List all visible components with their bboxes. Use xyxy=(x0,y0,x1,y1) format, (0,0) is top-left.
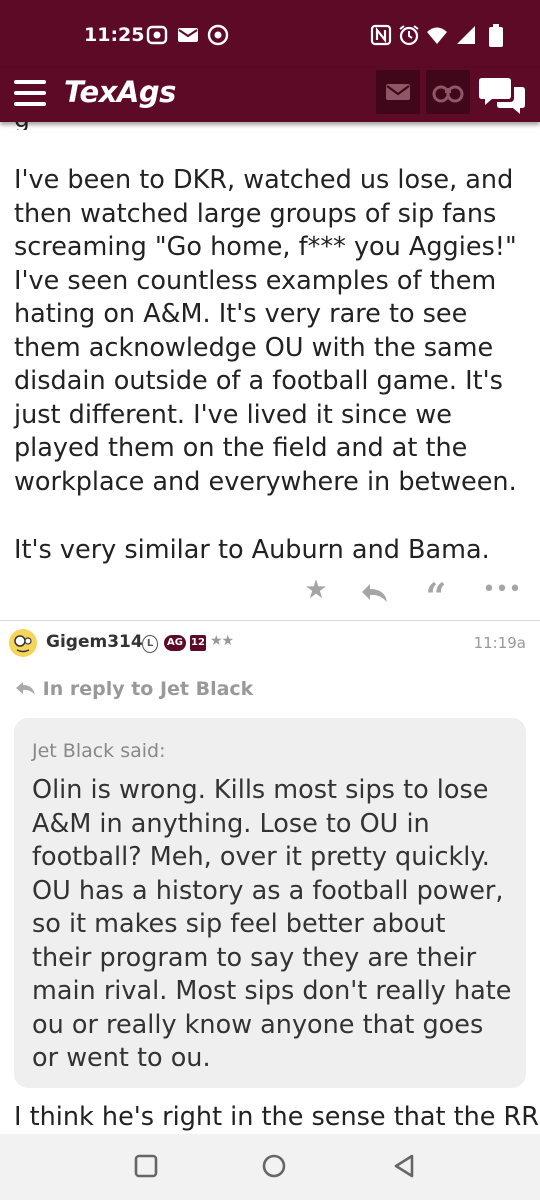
system-nav-bar xyxy=(0,1134,540,1200)
quote-author: Jet Black said: xyxy=(32,740,166,762)
ag-badge: AG xyxy=(164,635,186,651)
post-body-paragraph: It's very similar to Auburn and Bama. xyxy=(14,535,490,565)
in-reply-to-link[interactable]: In reply to Jet Black xyxy=(14,678,253,700)
home-icon[interactable] xyxy=(260,1152,288,1180)
12th-man-badge: 12 xyxy=(190,635,206,651)
status-bar: 11:25 xyxy=(0,0,540,68)
chrome-icon xyxy=(207,24,229,46)
alarm-icon xyxy=(399,25,419,46)
watch-button[interactable] xyxy=(426,70,470,114)
post-actions: ★ “ ••• xyxy=(0,575,540,618)
back-icon[interactable] xyxy=(390,1152,418,1180)
wifi-icon xyxy=(427,27,447,44)
email-notification-icon xyxy=(178,28,198,42)
reply-icon[interactable] xyxy=(356,575,396,611)
post-time: 11:19a xyxy=(473,634,526,652)
chat-icon[interactable] xyxy=(478,74,528,118)
lifetime-badge: L xyxy=(142,635,158,653)
post-body-paragraph: I've been to DKR, watched us lose, and t… xyxy=(14,165,517,497)
status-time: 11:25 xyxy=(84,24,145,46)
rank-stars: ★★ xyxy=(210,633,234,649)
quote-text: Olin is wrong. Kills most sips to lose A… xyxy=(32,775,512,1073)
reply-arrow-icon xyxy=(16,682,35,695)
screen-record-icon xyxy=(146,25,168,45)
menu-icon[interactable] xyxy=(14,80,46,106)
post-divider xyxy=(0,620,540,621)
mail-icon xyxy=(386,84,410,100)
quote-block: Jet Black said: Olin is wrong. Kills mos… xyxy=(14,718,526,1088)
app-header: TexAgs xyxy=(0,68,540,122)
binoculars-icon xyxy=(432,85,464,103)
reply-body: I think he's right in the sense that the… xyxy=(14,1102,540,1132)
texags-logo[interactable]: TexAgs xyxy=(64,75,176,109)
more-icon[interactable]: ••• xyxy=(482,575,522,611)
battery-icon xyxy=(489,24,503,47)
username[interactable]: Gigem314 xyxy=(46,632,143,652)
in-reply-to-text: In reply to Jet Black xyxy=(42,678,254,700)
recents-icon[interactable] xyxy=(132,1152,160,1180)
messages-button[interactable] xyxy=(376,70,420,114)
star-icon[interactable]: ★ xyxy=(296,575,336,611)
post-header: Gigem314 L AG 12 ★★ 11:19a xyxy=(0,624,540,662)
avatar[interactable] xyxy=(8,628,38,658)
quote-icon[interactable]: “ xyxy=(416,575,456,618)
signal-icon xyxy=(457,26,475,44)
nfc-icon xyxy=(370,24,392,46)
